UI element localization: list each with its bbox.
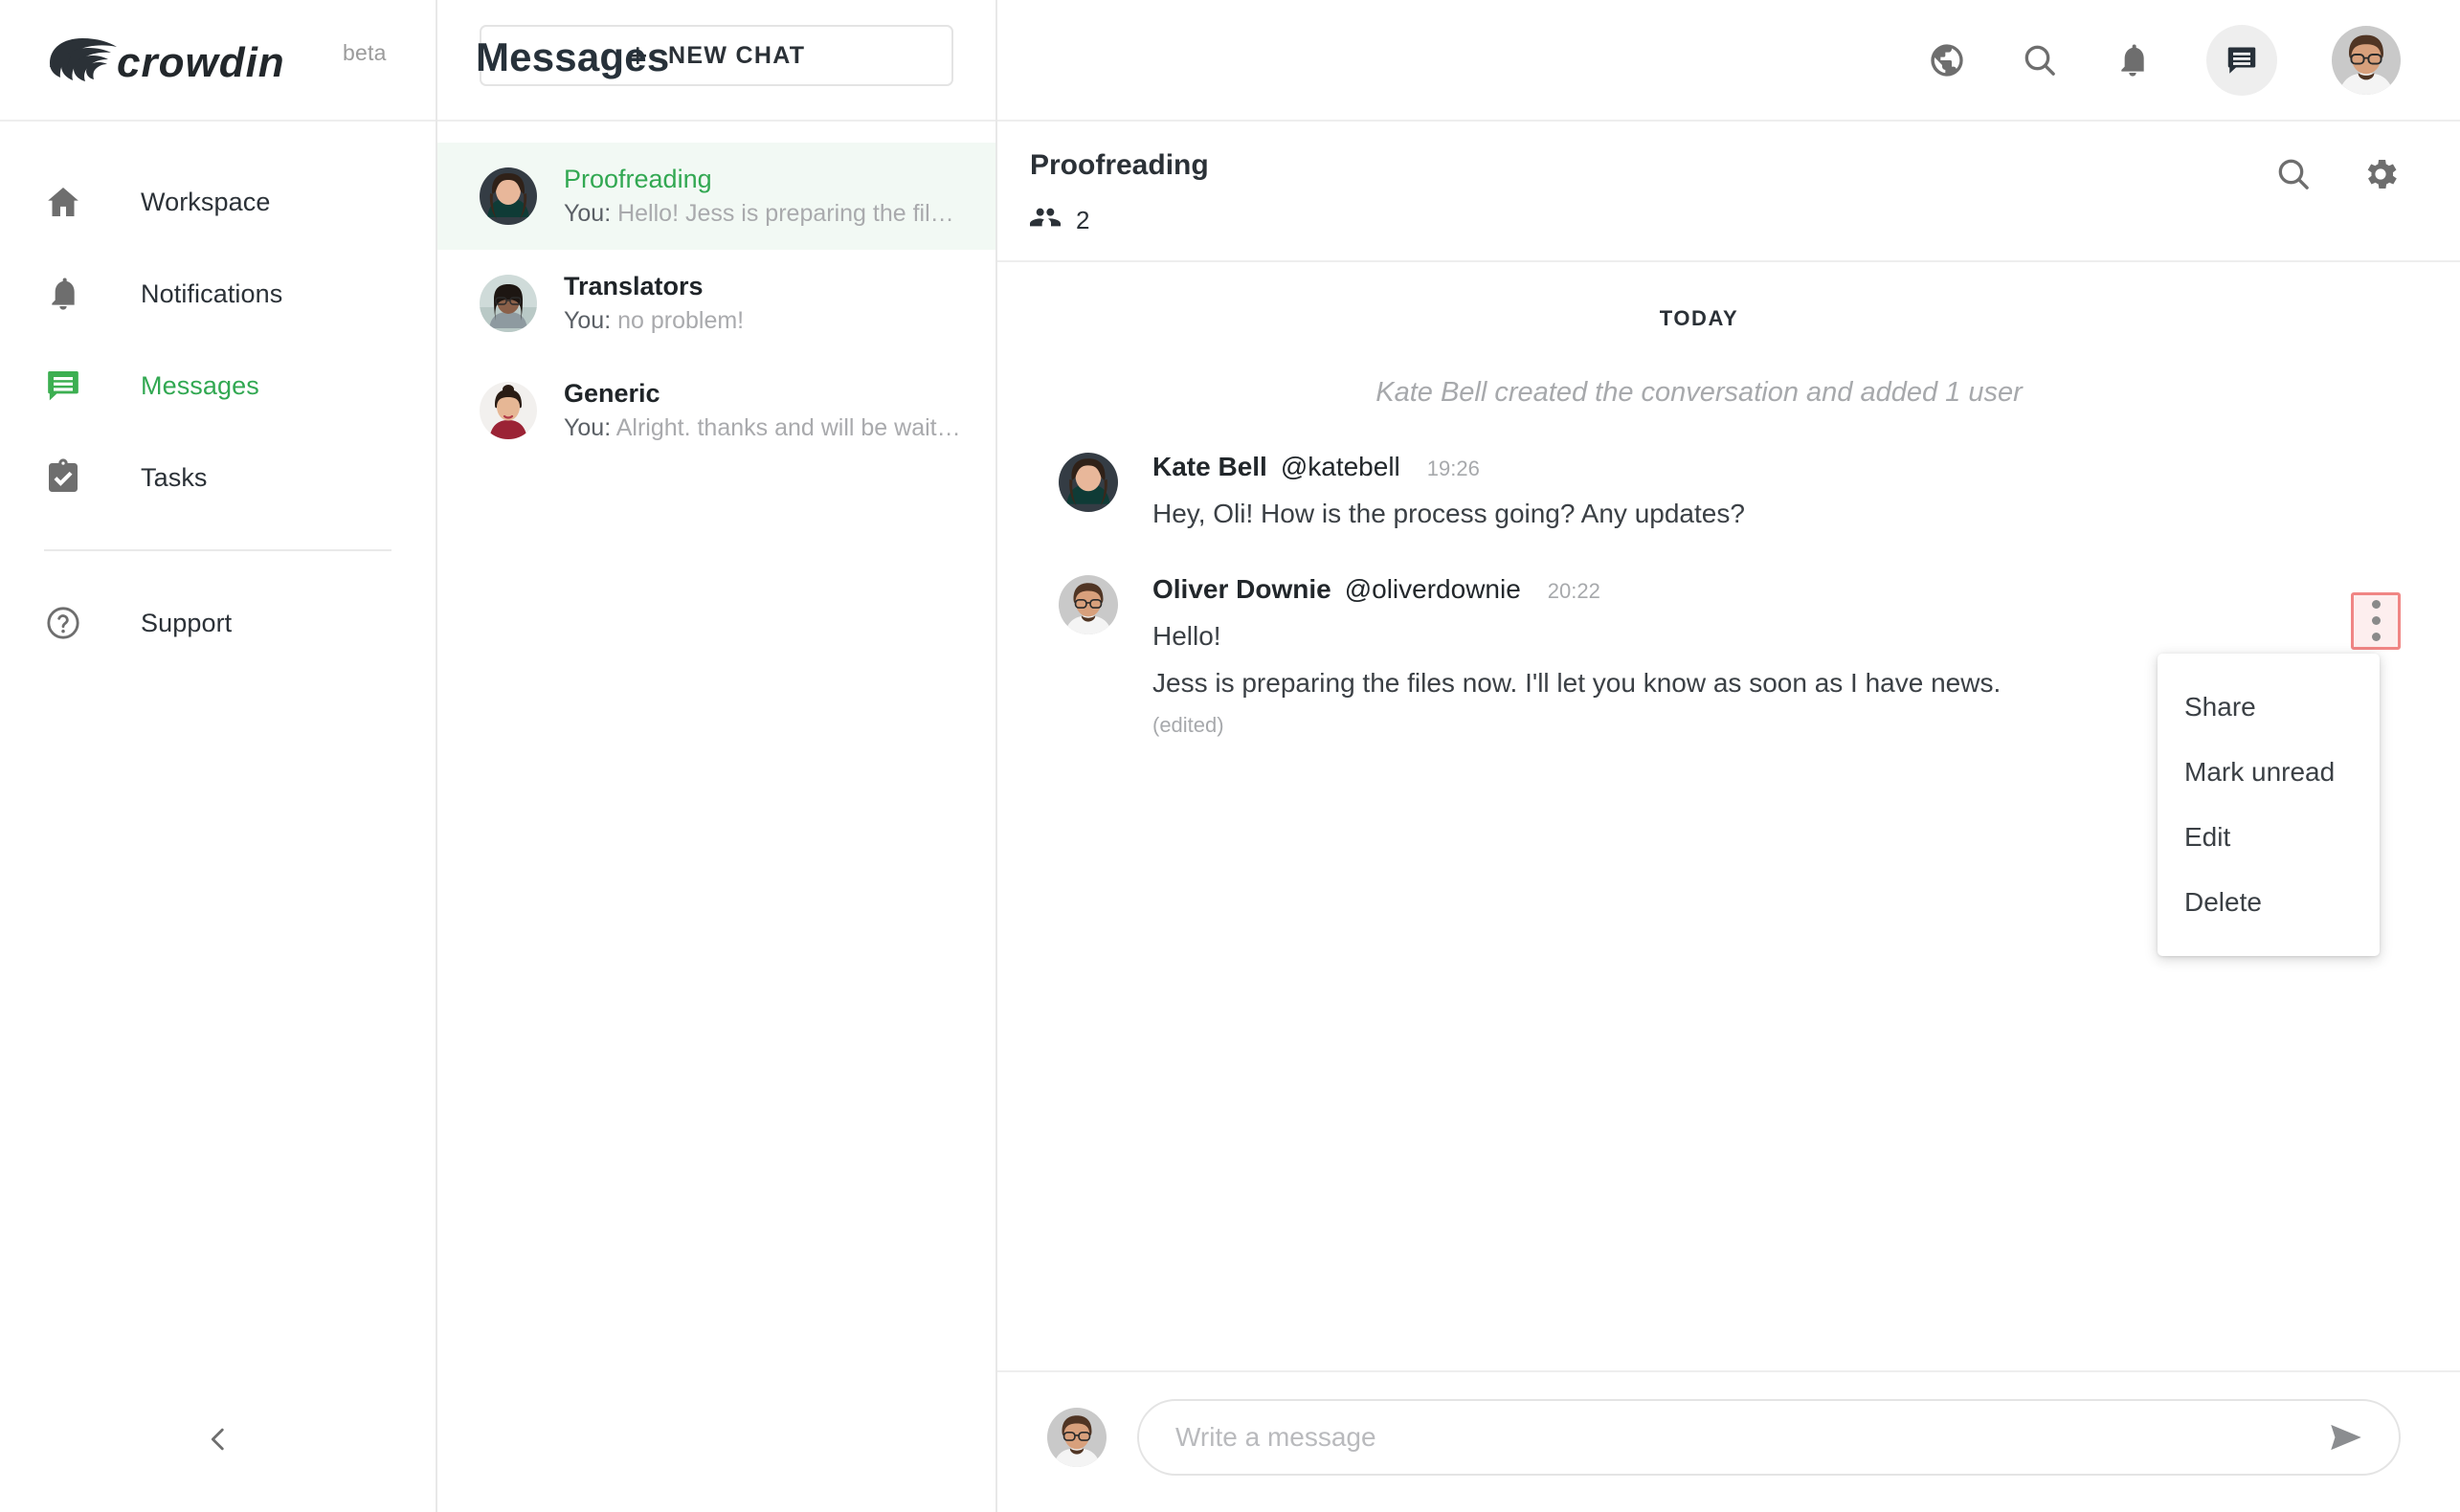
sidebar-label-messages: Messages	[141, 370, 259, 400]
conversation-members[interactable]: 2	[1030, 202, 1209, 239]
app-root: crowdin beta Workspace Notifications Mes…	[0, 0, 2460, 1512]
chat-snippet-prefix: You:	[564, 200, 612, 228]
left-sidebar: crowdin beta Workspace Notifications Mes…	[0, 0, 437, 1512]
sidebar-nav: Workspace Notifications Messages Tasks S…	[0, 122, 436, 669]
home-icon	[44, 183, 96, 221]
conversation-header: Proofreading 2	[997, 122, 2460, 262]
bell-icon[interactable]	[2113, 41, 2152, 79]
chat-list-item-proofreading[interactable]: Proofreading You: Hello! Jess is prepari…	[437, 143, 995, 250]
sidebar-item-tasks[interactable]: Tasks	[0, 432, 436, 523]
chat-list-item-generic[interactable]: Generic You: Alright. thanks and will be…	[437, 357, 995, 464]
message-item: Kate Bell @katebell 19:26 Hey, Oli! How …	[997, 451, 2401, 535]
sidebar-label-tasks: Tasks	[141, 462, 208, 492]
new-chat-label: NEW CHAT	[668, 41, 806, 69]
chat-snippet-text: Alright. thanks and will be wait…	[615, 414, 961, 442]
sidebar-label-notifications: Notifications	[141, 278, 283, 308]
conversation-panel: Messages Proofreading 2 TODAY Kate Bell …	[476, 0, 2460, 1512]
kebab-menu-icon[interactable]	[2351, 591, 2401, 650]
conversation-title: Proofreading	[1030, 149, 1209, 181]
chevron-left-icon	[202, 1423, 235, 1460]
messages-scroll-area[interactable]: TODAY Kate Bell created the conversation…	[997, 262, 2460, 1370]
search-icon[interactable]	[2021, 41, 2059, 79]
chat-snippet-prefix: You:	[564, 414, 612, 442]
menu-item-delete[interactable]: Delete	[2158, 870, 2380, 935]
message-author: Kate Bell	[1152, 452, 1267, 481]
send-icon[interactable]	[2326, 1417, 2366, 1457]
message-input[interactable]	[1174, 1421, 2326, 1454]
svg-text:crowdin: crowdin	[117, 39, 285, 86]
message-author: Oliver Downie	[1152, 573, 1331, 604]
message-input-wrapper[interactable]	[1137, 1399, 2401, 1476]
chat-snippet-prefix: You:	[564, 307, 612, 335]
sidebar-item-workspace[interactable]: Workspace	[0, 156, 436, 248]
menu-item-mark-unread[interactable]: Mark unread	[2158, 740, 2380, 805]
crowdin-logo-icon[interactable]: crowdin	[42, 34, 339, 86]
message-time: 20:22	[1547, 578, 1600, 603]
message-context-menu: Share Mark unread Edit Delete	[2158, 653, 2380, 956]
chat-snippet-text: no problem!	[617, 307, 745, 335]
chat-list-panel: + NEW CHAT Proofreading You: Hello! Jess…	[437, 0, 997, 1512]
sidebar-item-notifications[interactable]: Notifications	[0, 248, 436, 340]
avatar	[1059, 574, 1118, 634]
beta-badge: beta	[343, 39, 387, 65]
sidebar-label-support: Support	[141, 608, 233, 637]
sidebar-item-support[interactable]: Support	[0, 577, 436, 669]
chat-list: Proofreading You: Hello! Jess is prepari…	[437, 122, 995, 464]
menu-item-edit[interactable]: Edit	[2158, 805, 2380, 870]
globe-icon[interactable]	[1928, 41, 1966, 79]
avatar	[480, 382, 537, 439]
avatar	[1047, 1408, 1107, 1467]
chat-snippet: You: no problem!	[564, 303, 961, 338]
members-count: 2	[1076, 206, 1090, 234]
chat-list-item-translators[interactable]: Translators You: no problem!	[437, 250, 995, 357]
chat-snippet-text: Hello! Jess is preparing the fil…	[617, 200, 954, 228]
page-title: Messages	[476, 34, 670, 79]
avatar	[480, 275, 537, 332]
kebab-dot	[2371, 600, 2381, 610]
message-text: Hello!	[1152, 620, 1221, 651]
message-handle: @katebell	[1280, 452, 1400, 481]
kebab-dot	[2371, 633, 2381, 642]
message-handle: @oliverdownie	[1344, 573, 1521, 604]
messages-icon[interactable]	[2206, 24, 2277, 96]
conversation-search-icon[interactable]	[2274, 155, 2313, 193]
bell-icon	[44, 275, 96, 313]
message-time: 19:26	[1426, 456, 1480, 480]
sidebar-collapse-button[interactable]	[0, 1423, 436, 1460]
menu-item-share[interactable]: Share	[2158, 675, 2380, 740]
chat-snippet: You: Hello! Jess is preparing the fil…	[564, 196, 961, 231]
people-icon	[1030, 202, 1061, 239]
sidebar-divider	[44, 549, 391, 551]
message-text: Hey, Oli! How is the process going? Any …	[1152, 498, 1745, 528]
avatar	[1059, 453, 1118, 512]
message-icon	[44, 367, 96, 405]
kebab-dot	[2371, 616, 2381, 626]
sidebar-label-workspace: Workspace	[141, 187, 271, 216]
system-message: Kate Bell created the conversation and a…	[1375, 377, 2023, 408]
clipboard-check-icon	[44, 458, 96, 497]
brand-header: crowdin beta	[0, 0, 436, 122]
user-avatar[interactable]	[2332, 25, 2401, 95]
gear-icon[interactable]	[2360, 154, 2401, 194]
avatar	[480, 167, 537, 225]
help-circle-icon	[44, 604, 96, 642]
sidebar-item-messages[interactable]: Messages	[0, 340, 436, 432]
message-item: Oliver Downie @oliverdownie 20:22 Hello!…	[997, 573, 2401, 956]
chat-title: Translators	[564, 271, 704, 300]
chat-snippet: You: Alright. thanks and will be wait…	[564, 411, 961, 445]
app-topbar: Messages	[476, 0, 2460, 122]
chat-title: Generic	[564, 378, 660, 408]
day-separator: TODAY	[1659, 306, 1739, 330]
message-composer	[997, 1370, 2460, 1512]
chat-title: Proofreading	[564, 164, 712, 193]
